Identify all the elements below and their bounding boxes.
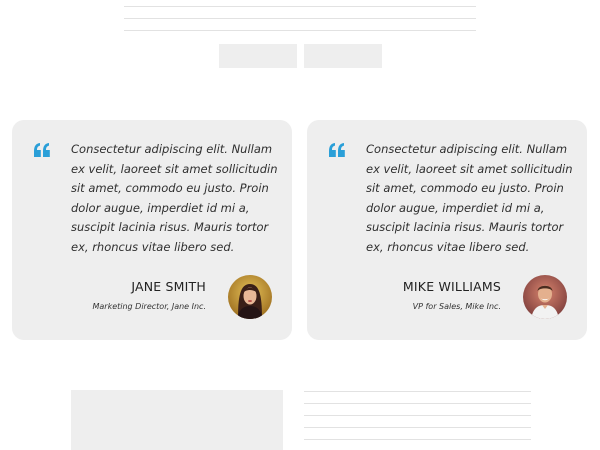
- placeholder-button-left[interactable]: [219, 44, 297, 68]
- placeholder-line: [304, 415, 531, 416]
- quote-icon: [34, 142, 50, 157]
- testimonial-quote: Consectetur adipiscing elit. Nullam ex v…: [366, 142, 573, 254]
- placeholder-line: [124, 18, 476, 19]
- bottom-placeholder-lines: [304, 390, 531, 450]
- placeholder-line: [304, 391, 531, 392]
- placeholder-line: [304, 403, 531, 404]
- author-role: VP for Sales, Mike Inc.: [412, 302, 501, 311]
- placeholder-line: [124, 30, 476, 31]
- placeholder-button-right[interactable]: [304, 44, 382, 68]
- placeholder-line: [304, 439, 531, 440]
- placeholder-line: [304, 427, 531, 428]
- testimonial-card: Consectetur adipiscing elit. Nullam ex v…: [12, 120, 292, 340]
- avatar: [523, 275, 567, 319]
- woman-portrait-icon: [228, 275, 272, 319]
- placeholder-image-block: [71, 390, 283, 450]
- author-name: JANE SMITH: [131, 279, 206, 294]
- avatar: [228, 275, 272, 319]
- quote-icon: [329, 142, 345, 157]
- author-role: Marketing Director, Jane Inc.: [92, 302, 206, 311]
- author-name: MIKE WILLIAMS: [402, 279, 501, 294]
- placeholder-line: [124, 6, 476, 7]
- testimonial-card: Consectetur adipiscing elit. Nullam ex v…: [307, 120, 587, 340]
- top-placeholder-lines: [124, 0, 476, 32]
- man-portrait-icon: [523, 275, 567, 319]
- testimonial-quote: Consectetur adipiscing elit. Nullam ex v…: [71, 142, 278, 254]
